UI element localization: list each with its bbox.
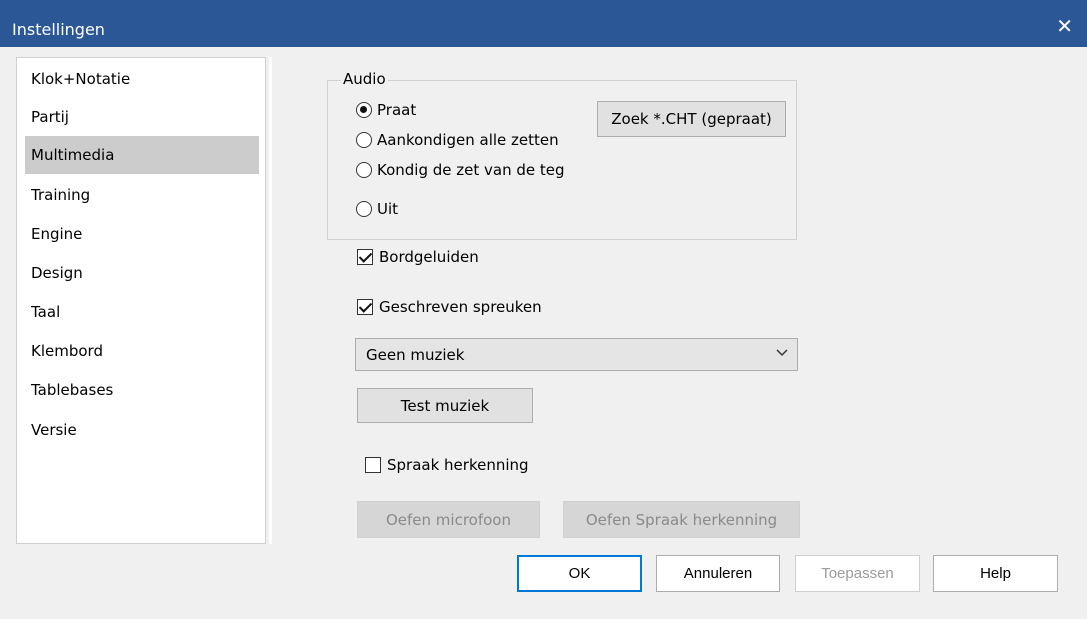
radio-praat[interactable]: Praat — [356, 101, 416, 119]
sidebar-item-engine[interactable]: Engine — [25, 215, 259, 253]
radio-uit[interactable]: Uit — [356, 200, 398, 218]
sidebar-item-klok-notatie[interactable]: Klok+Notatie — [25, 60, 259, 98]
cancel-button[interactable]: Annuleren — [656, 555, 780, 592]
sidebar-item-partij[interactable]: Partij — [25, 98, 259, 136]
sidebar-item-tablebases[interactable]: Tablebases — [25, 371, 259, 409]
radio-kondig-label: Kondig de zet van de teg — [377, 161, 565, 179]
radio-aankondigen-alle-zetten[interactable]: Aankondigen alle zetten — [356, 131, 598, 149]
sidebar-item-training[interactable]: Training — [25, 176, 259, 214]
radio-unselected-icon — [356, 132, 372, 148]
radio-unselected-icon — [356, 201, 372, 217]
radio-uit-label: Uit — [377, 200, 399, 218]
sidebar-item-versie[interactable]: Versie — [25, 411, 259, 449]
panel-divider — [269, 57, 272, 544]
music-select[interactable]: Geen muziek — [355, 338, 798, 371]
chevron-down-icon — [776, 349, 788, 357]
bordgeluiden-label: Bordgeluiden — [379, 248, 479, 266]
spraak-herkenning-label: Spraak herkenning — [387, 456, 529, 474]
ok-button[interactable]: OK — [517, 555, 642, 592]
radio-unselected-icon — [356, 162, 372, 178]
practice-speech-recognition-button[interactable]: Oefen Spraak herkenning — [563, 501, 800, 538]
geschreven-spreuken-checkbox[interactable]: Geschreven spreuken — [357, 298, 542, 316]
apply-button[interactable]: Toepassen — [795, 555, 920, 592]
geschreven-spreuken-label: Geschreven spreuken — [379, 298, 542, 316]
settings-category-list: Klok+Notatie Partij Multimedia Training … — [16, 57, 266, 544]
sidebar-item-taal[interactable]: Taal — [25, 293, 259, 331]
radio-selected-icon — [356, 102, 372, 118]
sidebar-item-design[interactable]: Design — [25, 254, 259, 292]
sidebar-item-multimedia[interactable]: Multimedia — [25, 136, 259, 174]
checkbox-unchecked-icon — [365, 457, 381, 473]
sidebar-item-klembord[interactable]: Klembord — [25, 332, 259, 370]
radio-kondig-de-zet[interactable]: Kondig de zet van de teg — [356, 161, 598, 179]
checkbox-checked-icon — [357, 249, 373, 265]
checkbox-checked-icon — [357, 299, 373, 315]
practice-microphone-button[interactable]: Oefen microfoon — [357, 501, 540, 538]
audio-legend: Audio — [341, 70, 388, 88]
close-icon[interactable]: ✕ — [1056, 14, 1073, 38]
title-bar: Instellingen ✕ — [0, 0, 1087, 47]
music-select-value: Geen muziek — [366, 346, 465, 364]
bordgeluiden-checkbox[interactable]: Bordgeluiden — [357, 248, 479, 266]
test-music-button[interactable]: Test muziek — [357, 388, 533, 423]
window-title: Instellingen — [12, 20, 105, 39]
search-cht-button[interactable]: Zoek *.CHT (gepraat) — [597, 101, 786, 137]
help-button[interactable]: Help — [933, 555, 1058, 592]
radio-praat-label: Praat — [377, 101, 417, 119]
radio-aankondigen-label: Aankondigen alle zetten — [377, 131, 559, 149]
spraak-herkenning-checkbox[interactable]: Spraak herkenning — [365, 456, 529, 474]
